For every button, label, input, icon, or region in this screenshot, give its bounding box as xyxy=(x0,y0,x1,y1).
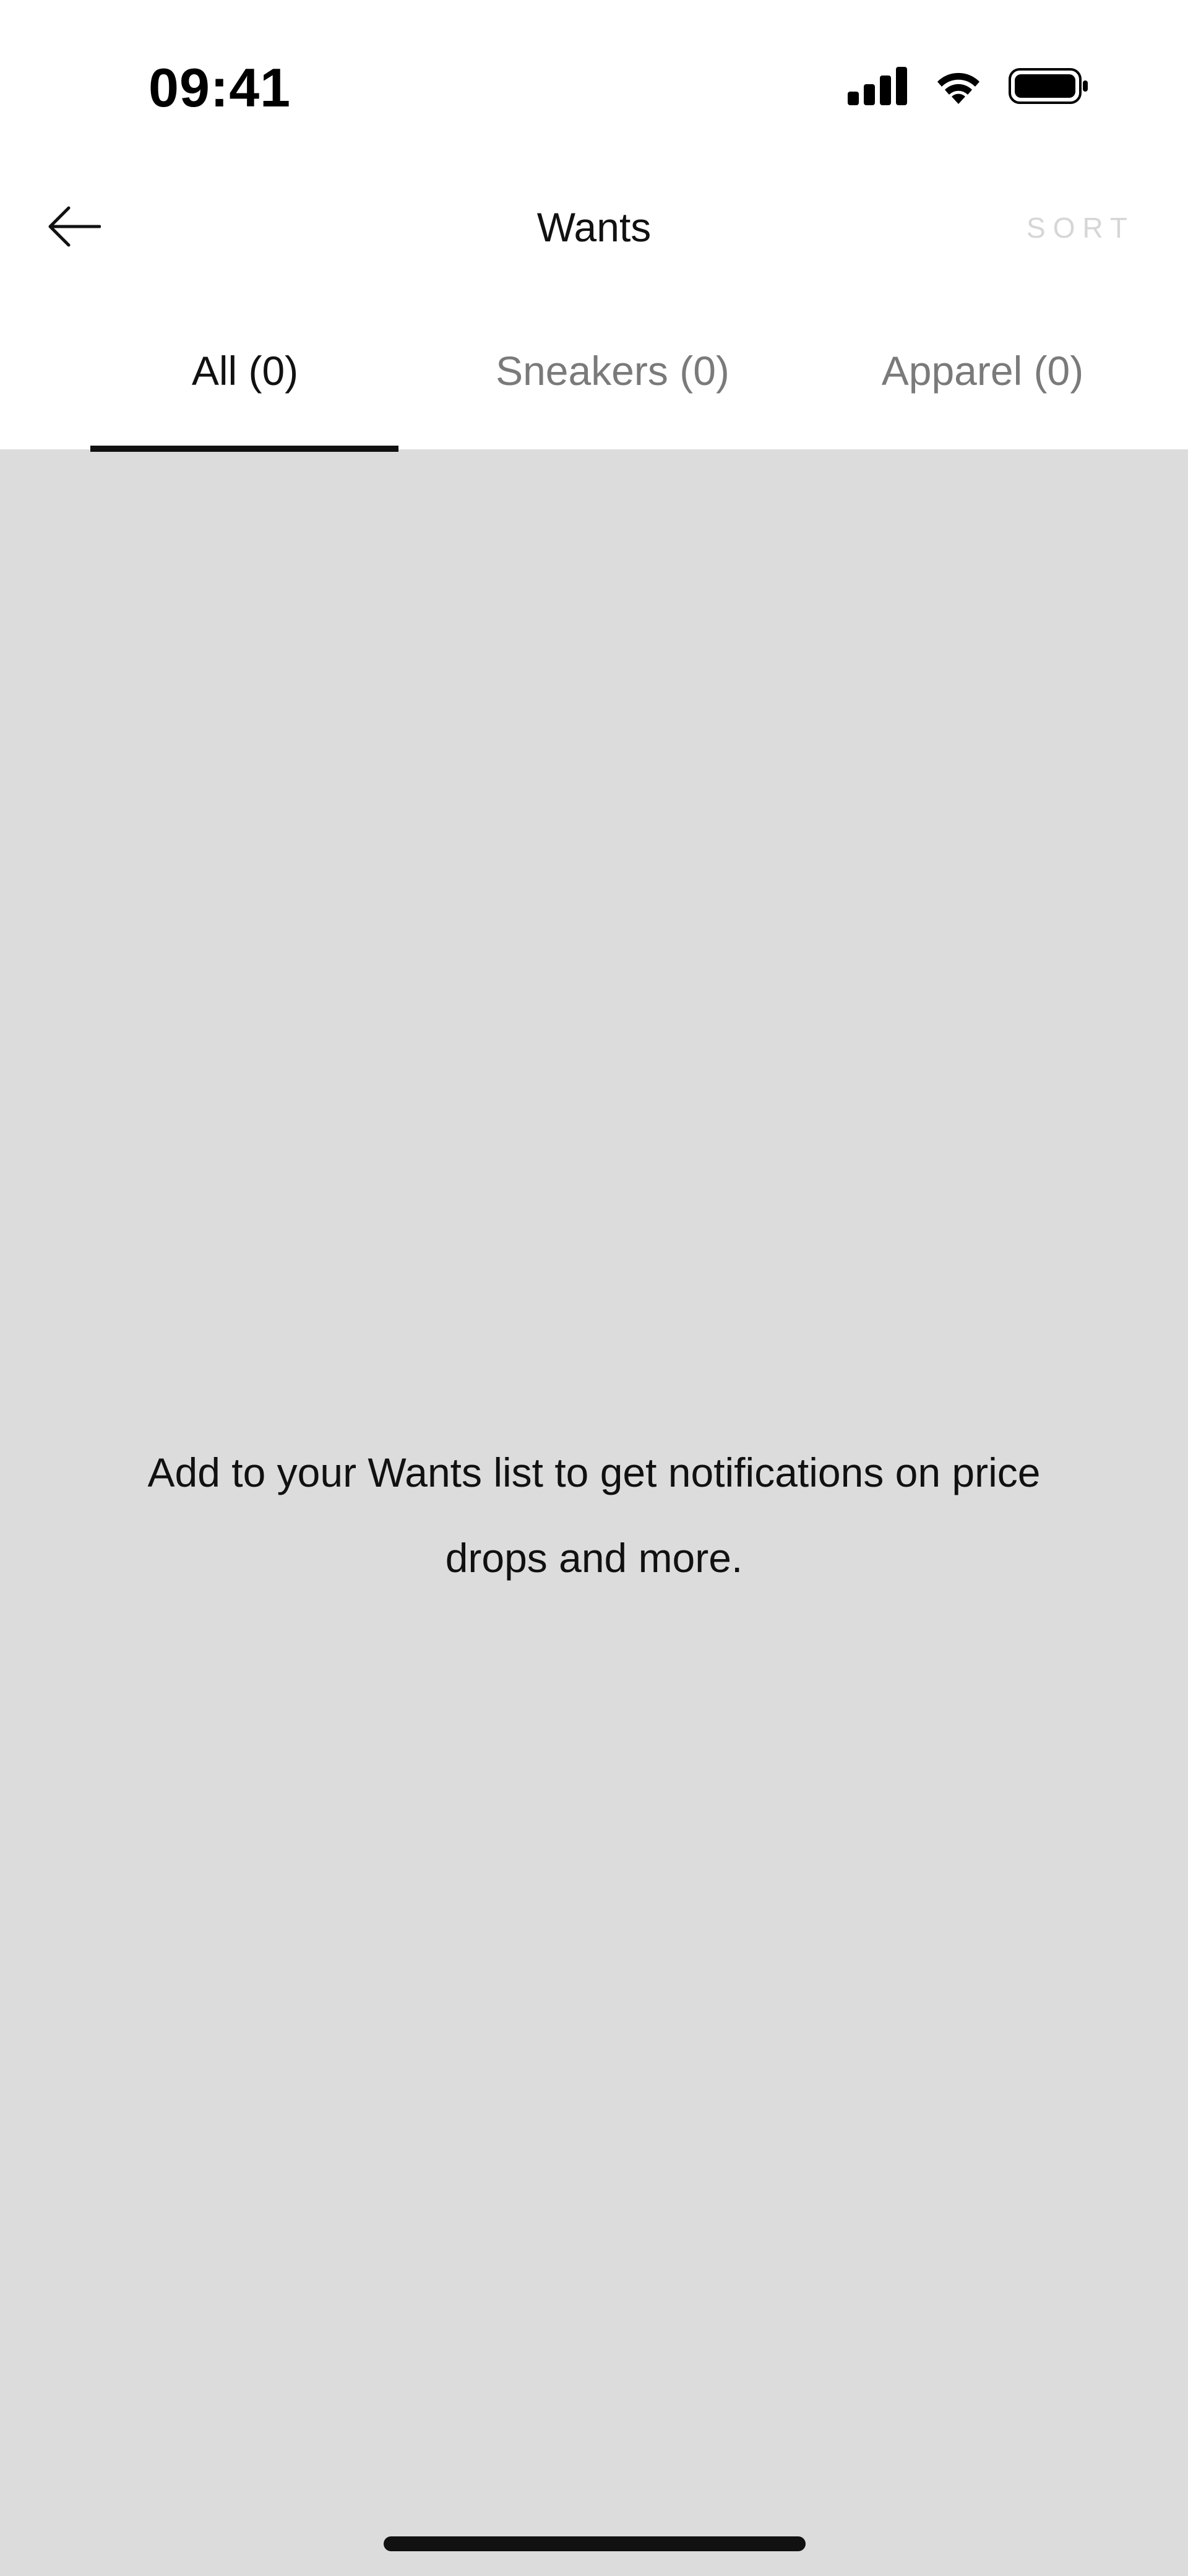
cellular-signal-icon xyxy=(848,67,908,105)
tab-apparel[interactable]: Apparel (0) xyxy=(797,343,1168,399)
status-icons xyxy=(848,64,1089,108)
app-header-area: 09:41 Wants SORT All (0) Sneakers (0) Ap… xyxy=(0,0,1188,452)
tab-sneakers[interactable]: Sneakers (0) xyxy=(427,343,798,399)
status-time: 09:41 xyxy=(148,57,291,118)
sort-button[interactable]: SORT xyxy=(1027,209,1135,246)
active-tab-indicator xyxy=(90,446,398,452)
page-title: Wants xyxy=(536,204,652,250)
tab-all[interactable]: All (0) xyxy=(59,343,431,399)
battery-icon xyxy=(1009,67,1089,105)
home-indicator[interactable] xyxy=(384,2536,806,2551)
empty-state-message: Add to your Wants list to get notificati… xyxy=(147,1450,1041,1581)
category-tabs: All (0) Sneakers (0) Apparel (0) xyxy=(0,334,1188,452)
wifi-icon xyxy=(933,67,984,105)
